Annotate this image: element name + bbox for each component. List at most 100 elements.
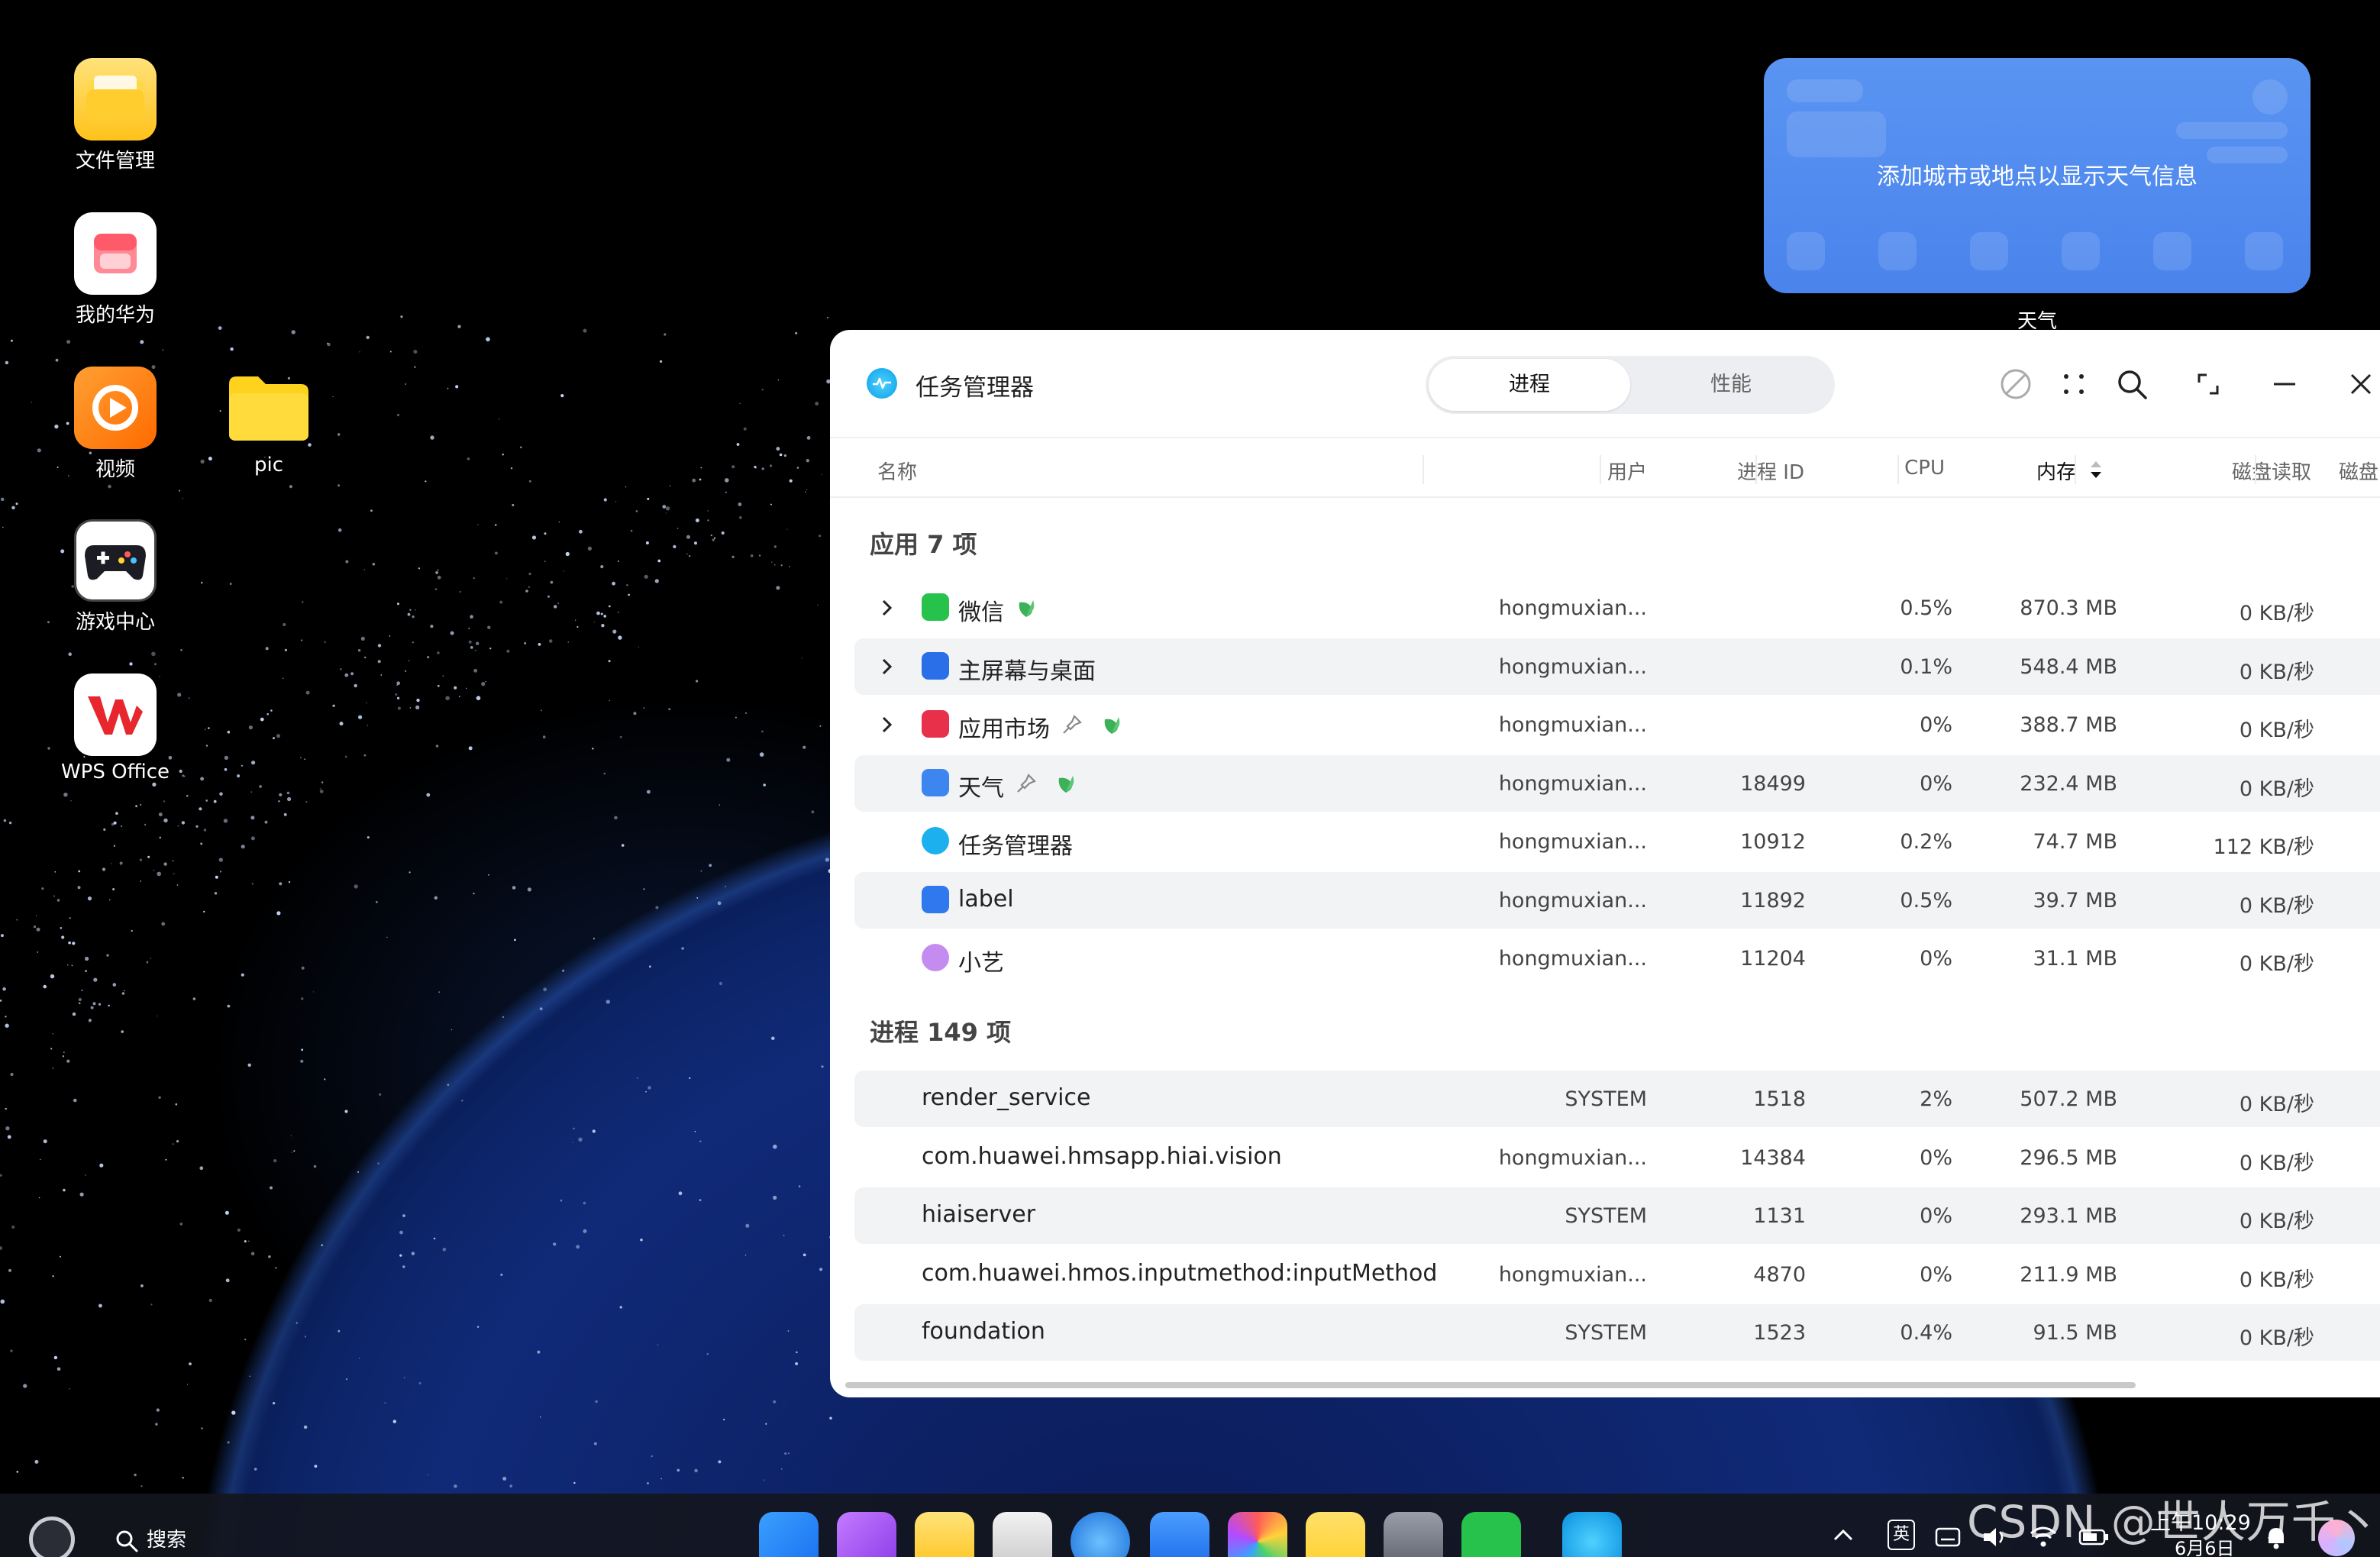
search-icon [115,1529,147,1552]
app-row[interactable]: 主屏幕与桌面hongmuxian...0.1%548.4 MB0 KB/秒0 K [854,638,2380,695]
cell-cpu: 0.2% [1900,830,1952,854]
column-disk-read[interactable]: 磁盘读取 [2159,457,2311,485]
cell-pid: 18499 [1740,771,1806,796]
cell-pid: 1523 [1753,1321,1806,1345]
trash-icon[interactable] [993,1512,1052,1557]
weather-widget[interactable]: 添加城市或地点以显示天气信息 [1764,58,2311,293]
app-name: 小艺 [958,950,1004,977]
process-name: foundation [922,1318,1045,1345]
app-row[interactable]: 应用市场hongmuxian...0%388.7 MB0 KB/秒0 K [854,696,2380,753]
app-row[interactable]: 微信hongmuxian...0.5%870.3 MB0 KB/秒0 K [854,580,2380,636]
task-manager-window[interactable]: 任务管理器 进程 性能 名称 用户 进程 ID CPU 内存 磁盘读取 磁盘 应… [830,330,2380,1397]
purple-app-icon[interactable] [837,1512,896,1557]
weather-icon [922,768,949,796]
restore-window-icon[interactable] [2189,365,2227,403]
chevron-right-icon[interactable] [877,598,897,618]
cell-memory: 548.4 MB [2020,654,2117,679]
cell-memory: 388.7 MB [2020,713,2117,737]
column-user[interactable]: 用户 [1540,457,1647,485]
process-row[interactable]: render_service SYSTEM 1518 2% 507.2 MB 0 KB/秒… [854,1071,2380,1127]
desktop-icon-game-center[interactable]: 游戏中心 [35,519,195,635]
view-toggle-icon[interactable] [2055,365,2093,403]
sort-desc-icon[interactable] [2088,460,2104,485]
view-tabs: 进程 性能 [1426,356,1835,414]
cell-user: hongmuxian... [1498,947,1647,971]
pin-icon [1061,713,1083,736]
process-row[interactable]: com.huawei.hmsapp.hiai.vision hongmuxian.… [854,1129,2380,1186]
column-memory[interactable]: 内存 [1960,457,2076,485]
tab-performance[interactable]: 性能 [1630,359,1832,411]
notes-icon[interactable] [1306,1512,1365,1557]
process-row[interactable]: hiaiserverSYSTEM11310%293.1 MB0 KB/秒0 K [854,1187,2380,1244]
cell-disk-read: 0 KB/秒 [2239,893,2314,918]
cell-memory: 31.1 MB [2033,947,2117,971]
grid-app-icon [922,885,949,913]
desktop-icon-wps-office[interactable]: WPS Office [35,674,195,783]
app-row[interactable]: 小艺hongmuxian...112040%31.1 MB0 KB/秒0 K [854,930,2380,987]
apps-section-title: 应用 7 项 [870,530,977,559]
horizontal-scrollbar[interactable] [845,1382,2136,1388]
app-name: 天气 [958,774,1004,802]
desktop-icon-video[interactable]: 视频 [35,367,195,482]
cell-cpu: 2% [1920,1087,1952,1111]
search-icon[interactable] [2113,365,2151,403]
ime-indicator[interactable]: 英 [1888,1520,1915,1550]
window-title: 任务管理器 [916,374,1034,402]
process-name: render_service [922,1084,1091,1111]
process-row[interactable]: com.huawei.hmos.inputmethod:inputMethod h… [854,1246,2380,1303]
cell-disk-read: 0 KB/秒 [2239,777,2314,801]
app-row[interactable]: 天气hongmuxian...184990%232.4 MB0 KB/秒0 K [854,754,2380,812]
start-button[interactable] [29,1517,75,1557]
cell-cpu: 0% [1920,1262,1952,1287]
app-name: label [958,885,1014,913]
gallery-icon[interactable] [1228,1512,1287,1557]
mail-icon[interactable] [1150,1512,1209,1557]
cell-memory: 293.1 MB [2020,1204,2117,1228]
chevron-right-icon[interactable] [877,657,897,677]
cell-user: hongmuxian... [1498,713,1647,737]
cell-cpu: 0% [1920,713,1952,737]
cell-user: hongmuxian... [1498,654,1647,679]
column-header: 名称 用户 进程 ID CPU 内存 磁盘读取 磁盘 [830,437,2380,498]
chevron-right-icon[interactable] [877,715,897,735]
eco-leaf-icon [1015,596,1038,619]
cell-user: SYSTEM [1565,1321,1647,1345]
browser-icon[interactable] [1071,1512,1130,1557]
close-icon[interactable] [2342,365,2380,403]
apps-grid-icon[interactable] [759,1512,819,1557]
weather-message: 添加城市或地点以显示天气信息 [1877,163,2198,190]
file-manager-icon[interactable] [915,1512,974,1557]
cell-cpu: 0% [1920,771,1952,796]
cell-disk-read: 0 KB/秒 [2239,602,2314,625]
cell-memory: 211.9 MB [2020,1262,2117,1287]
keyboard-icon[interactable] [1935,1526,1961,1553]
column-name[interactable]: 名称 [877,457,917,485]
cell-cpu: 0.1% [1900,654,1952,679]
taskbar-search[interactable]: 搜索 [115,1524,186,1553]
tab-processes[interactable]: 进程 [1429,359,1630,411]
app-row[interactable]: label hongmuxian... 11892 0.5% 39.7 MB 0 KB/秒… [854,871,2380,929]
column-disk-write[interactable]: 磁盘 [2339,457,2378,485]
column-pid[interactable]: 进程 ID [1662,457,1804,485]
column-cpu[interactable]: CPU [1800,457,1945,480]
cell-pid: 11892 [1740,888,1806,913]
end-task-icon[interactable] [1997,365,2035,403]
wechat-icon[interactable] [1461,1512,1521,1557]
desktop-icon-pic-folder[interactable]: pic [189,367,349,476]
process-row[interactable]: foundationSYSTEM15230.4%91.5 MB0 KB/秒0 K [854,1304,2380,1361]
desktop-icon-my-huawei[interactable]: 我的华为 [35,212,195,328]
app-row[interactable]: 任务管理器 hongmuxian... 10912 0.2% 74.7 MB 112 KB… [854,813,2380,870]
task-manager-icon[interactable] [1562,1512,1622,1557]
settings-icon[interactable] [1384,1512,1443,1557]
minimize-icon[interactable] [2265,365,2304,403]
cell-disk-read: 0 KB/秒 [2239,719,2314,742]
folder-icon [74,58,157,141]
desktop-icon-file-manager[interactable]: 文件管理 [35,58,195,173]
cell-disk-read: 0 KB/秒 [2239,952,2314,976]
cell-pid: 10912 [1740,830,1806,854]
cell-user: SYSTEM [1565,1087,1647,1111]
cell-pid: 1131 [1753,1204,1806,1228]
cell-user: hongmuxian... [1498,1262,1647,1287]
title-bar[interactable]: 任务管理器 进程 性能 [830,330,2380,435]
chevron-up-icon[interactable] [1833,1526,1854,1547]
